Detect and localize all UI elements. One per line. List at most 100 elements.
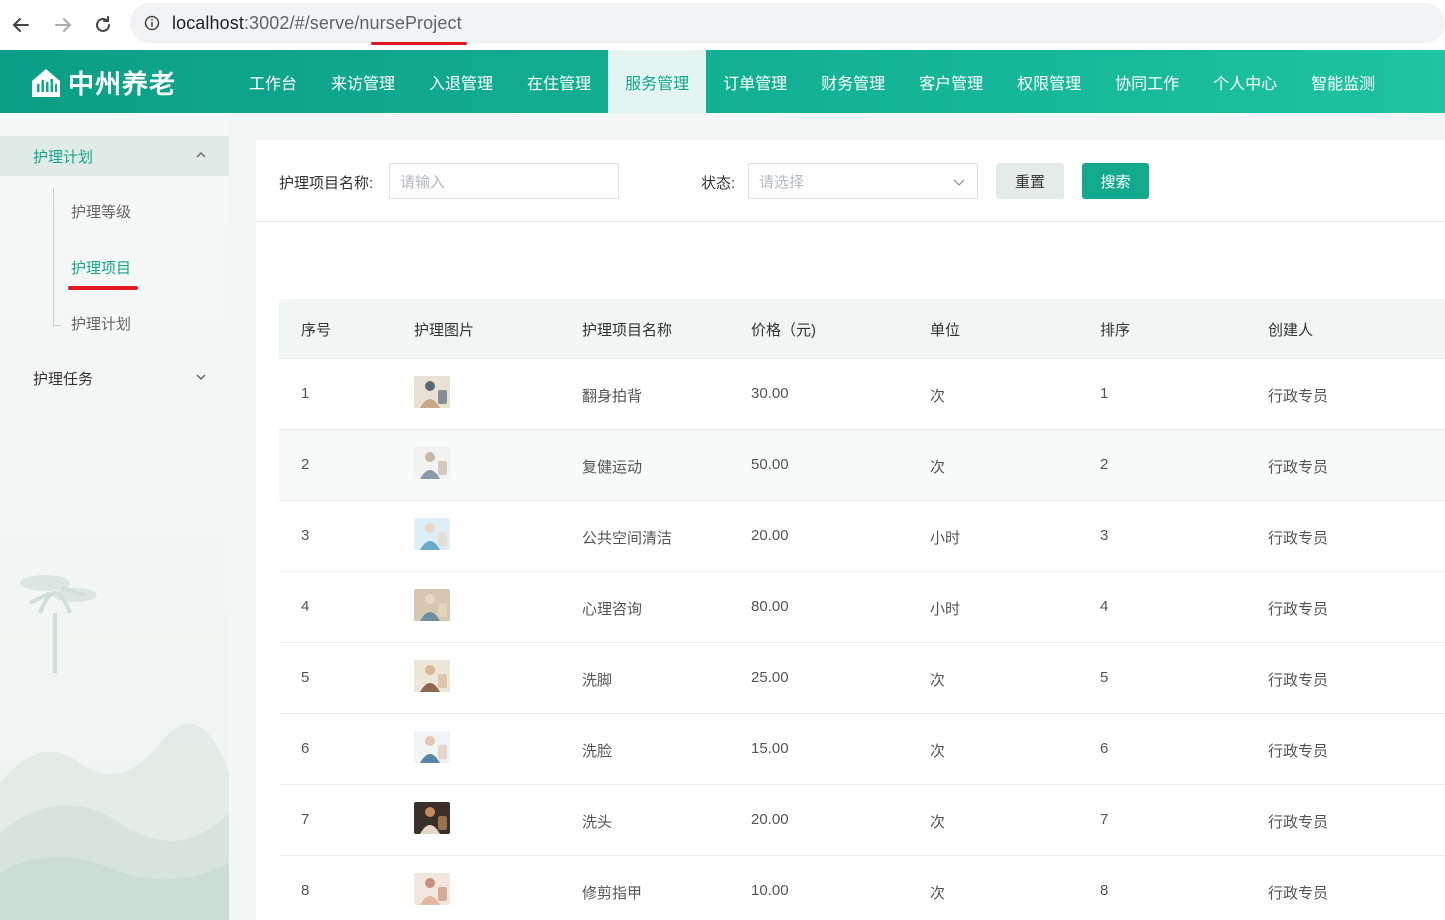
column-header: 护理图片: [414, 322, 475, 339]
site-info-icon[interactable]: [144, 15, 160, 31]
column-header: 创建人: [1268, 322, 1314, 339]
cell-sort: 2: [1100, 456, 1109, 473]
active-item-annotation-underline: [68, 286, 138, 290]
back-arrow-icon[interactable]: [10, 14, 32, 36]
sidebar: 护理计划 护理等级 护理项目 护理计划 护理任务: [0, 113, 229, 920]
sidebar-item-nursing-plan[interactable]: 护理计划: [71, 313, 131, 334]
cell-creator: 行政专员: [1268, 530, 1329, 547]
column-header: 排序: [1100, 322, 1131, 339]
top-nav-item[interactable]: 订单管理: [706, 50, 804, 113]
browser-toolbar: localhost:3002/#/serve/nurseProject: [0, 0, 1445, 50]
cell-price: 10.00: [751, 882, 789, 899]
cell-price: 20.00: [751, 811, 789, 828]
top-nav-item[interactable]: 服务管理: [608, 50, 707, 113]
cell-unit: 次: [930, 814, 946, 831]
top-nav-item[interactable]: 财务管理: [804, 50, 902, 113]
nurse-project-table: 序号 护理图片 护理项目名称 价格（元) 单位 排序 创建人 1 翻身拍背 30.00 次 1 行政专…: [279, 299, 1445, 920]
column-header: 序号: [301, 322, 332, 339]
reset-button[interactable]: 重置: [996, 163, 1064, 199]
cell-unit: 小时: [930, 601, 961, 618]
cell-price: 80.00: [751, 598, 789, 615]
name-filter-input[interactable]: 请输入: [389, 163, 619, 199]
top-nav-item[interactable]: 个人中心: [1196, 50, 1294, 113]
cell-unit: 次: [930, 672, 946, 689]
face-washing-photo[interactable]: [414, 731, 450, 763]
cell-name: 洗头: [582, 814, 613, 831]
top-nav-item[interactable]: 客户管理: [902, 50, 1000, 113]
top-nav-item[interactable]: 在住管理: [510, 50, 608, 113]
cell-name: 修剪指甲: [582, 885, 643, 902]
logo[interactable]: 中州养老: [30, 64, 176, 101]
psychological-counseling-photo[interactable]: [414, 589, 450, 621]
cell-unit: 次: [930, 388, 946, 405]
cell-no: 6: [301, 740, 310, 757]
turn-over-pat-back-photo[interactable]: [414, 376, 450, 408]
url-annotation-underline: [371, 42, 467, 45]
cell-price: 25.00: [751, 669, 789, 686]
sidebar-group-label: 护理计划: [33, 148, 94, 166]
forward-arrow-icon[interactable]: [52, 14, 74, 36]
cell-no: 2: [301, 456, 310, 473]
top-nav-item[interactable]: 智能监测: [1294, 50, 1392, 113]
status-filter-label: 状态:: [701, 175, 736, 192]
public-space-cleaning-photo[interactable]: [414, 518, 450, 550]
cell-sort: 7: [1100, 811, 1109, 828]
top-nav-item[interactable]: 入退管理: [412, 50, 510, 113]
sidebar-item-nursing-level[interactable]: 护理等级: [71, 201, 131, 222]
table-row: 3 公共空间清洁 20.00 小时 3 行政专员: [279, 501, 1445, 572]
table-body: 1 翻身拍背 30.00 次 1 行政专员 2 复健运动 50.00 次 2 行政专员 3 公共空间清洁 2…: [279, 359, 1445, 920]
cell-name: 洗脸: [582, 743, 613, 760]
cell-creator: 行政专员: [1268, 601, 1329, 618]
table-header: 序号 护理图片 护理项目名称 价格（元) 单位 排序 创建人: [279, 299, 1445, 359]
status-select[interactable]: 请选择: [748, 163, 978, 199]
cell-sort: 3: [1100, 527, 1109, 544]
logo-text: 中州养老: [68, 69, 177, 99]
cell-creator: 行政专员: [1268, 672, 1329, 689]
url-text: localhost:3002/#/serve/nurseProject: [172, 13, 462, 34]
column-header: 价格（元): [751, 322, 816, 339]
cell-no: 4: [301, 598, 310, 615]
chevron-down-icon: [196, 374, 206, 381]
table-row: 4 心理咨询 80.00 小时 4 行政专员: [279, 572, 1445, 643]
table-row: 6 洗脸 15.00 次 6 行政专员: [279, 714, 1445, 785]
chevron-up-icon: [196, 151, 206, 158]
top-nav: 工作台 来访管理 入退管理 在住管理 服务管理 订单管理 财务管理 客户管理 权限管理 协同工作个…: [232, 50, 1392, 113]
landscape-decoration: [0, 575, 229, 920]
cell-price: 50.00: [751, 456, 789, 473]
url-host: localhost: [172, 12, 244, 33]
cell-sort: 1: [1100, 385, 1109, 402]
table-row: 5 洗脚 25.00 次 5 行政专员: [279, 643, 1445, 714]
sidebar-group-nursing-plan[interactable]: 护理计划: [0, 136, 229, 176]
tree-connector-line: [53, 188, 54, 326]
cell-no: 3: [301, 527, 310, 544]
cell-name: 心理咨询: [582, 601, 643, 618]
foot-washing-photo[interactable]: [414, 660, 450, 692]
sidebar-item-nursing-project[interactable]: 护理项目: [71, 257, 131, 278]
cell-price: 30.00: [751, 385, 789, 402]
table-row: 8 修剪指甲 10.00 次 8 行政专员: [279, 856, 1445, 920]
name-filter-placeholder: 请输入: [400, 173, 446, 191]
sidebar-group-nursing-task[interactable]: 护理任务: [0, 358, 229, 398]
table-row: 7 洗头 20.00 次 7 行政专员: [279, 785, 1445, 856]
cell-creator: 行政专员: [1268, 885, 1329, 902]
top-nav-item[interactable]: 协同工作: [1098, 50, 1196, 113]
rehab-exercise-photo[interactable]: [414, 447, 450, 479]
top-nav-item[interactable]: 来访管理: [314, 50, 412, 113]
cell-creator: 行政专员: [1268, 388, 1329, 405]
nail-trimming-photo[interactable]: [414, 873, 450, 905]
cell-creator: 行政专员: [1268, 814, 1329, 831]
cell-sort: 6: [1100, 740, 1109, 757]
table-row: 2 复健运动 50.00 次 2 行政专员: [279, 430, 1445, 501]
url-path: :3002/#/serve/nurseProject: [243, 12, 462, 33]
top-nav-item[interactable]: 权限管理: [1000, 50, 1098, 113]
logo-house-icon: [32, 68, 60, 97]
cell-no: 1: [301, 385, 310, 402]
address-bar[interactable]: localhost:3002/#/serve/nurseProject: [130, 3, 1445, 43]
reload-icon[interactable]: [92, 14, 114, 36]
search-button[interactable]: 搜索: [1082, 163, 1149, 199]
cell-unit: 次: [930, 743, 946, 760]
hair-washing-photo[interactable]: [414, 802, 450, 834]
cell-sort: 8: [1100, 882, 1109, 899]
top-nav-item[interactable]: 工作台: [232, 50, 314, 113]
cell-name: 复健运动: [582, 459, 643, 476]
